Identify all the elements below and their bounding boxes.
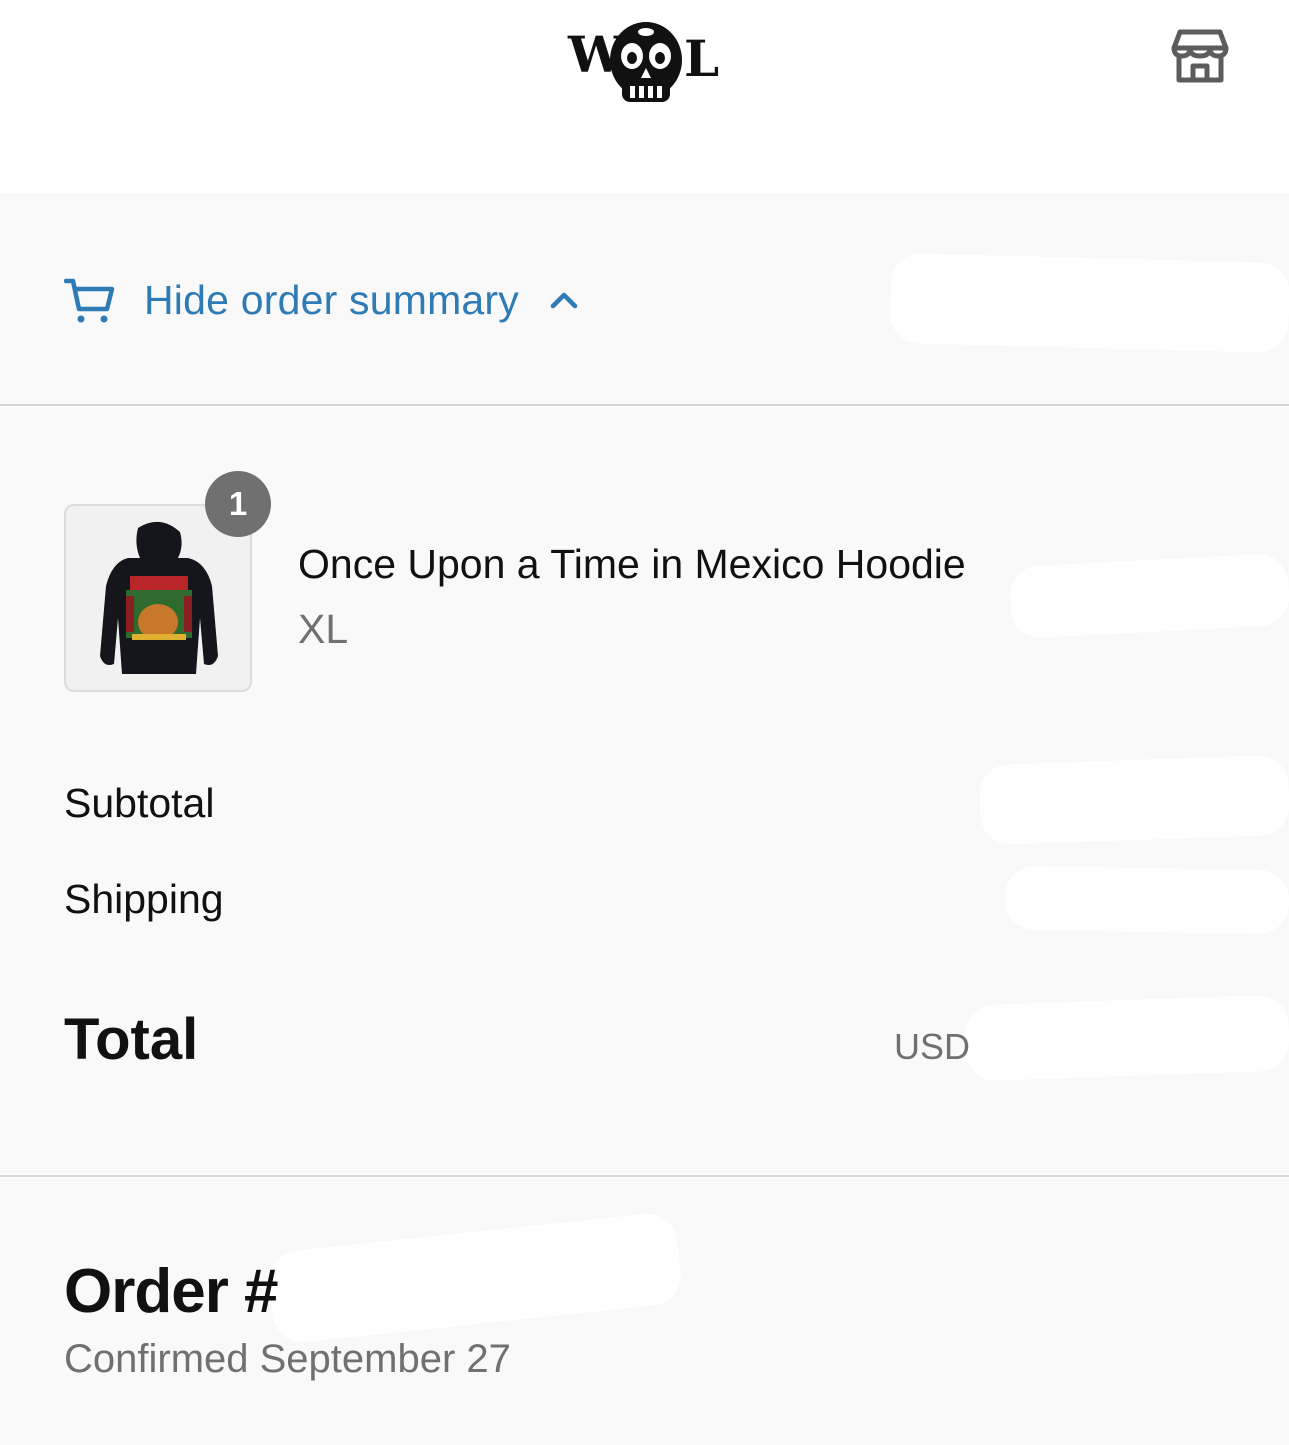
- order-number: Order #: [64, 1257, 279, 1326]
- order-summary-toggle[interactable]: Hide order summary: [64, 268, 581, 332]
- redaction-mark: [266, 1210, 684, 1346]
- cart-icon: [64, 278, 115, 323]
- total-label: Total: [64, 1007, 199, 1072]
- divider-top: [0, 404, 1289, 406]
- store-icon[interactable]: [1170, 28, 1230, 84]
- shipping-label: Shipping: [64, 876, 224, 922]
- svg-text:L: L: [684, 29, 719, 88]
- subtotal-label: Subtotal: [64, 780, 215, 826]
- confirmed-date: Confirmed September 27: [64, 1337, 511, 1381]
- redaction-mark: [1004, 865, 1289, 935]
- redaction-mark: [888, 252, 1289, 354]
- header: W L: [0, 0, 1289, 193]
- currency-code: USD: [894, 1026, 971, 1067]
- redaction-mark: [963, 994, 1289, 1082]
- redaction-mark: [978, 754, 1289, 846]
- divider-bottom: [0, 1175, 1289, 1177]
- hoodie-thumbnail: [100, 521, 218, 674]
- quantity-badge: 1: [205, 471, 271, 537]
- skull-logo[interactable]: W L: [566, 16, 726, 112]
- toggle-label: Hide order summary: [144, 276, 519, 323]
- product-name: Once Upon a Time in Mexico Hoodie: [298, 541, 966, 587]
- redaction-mark: [1008, 552, 1289, 640]
- product-variant: XL: [298, 606, 349, 652]
- chevron-up-icon: [550, 292, 578, 309]
